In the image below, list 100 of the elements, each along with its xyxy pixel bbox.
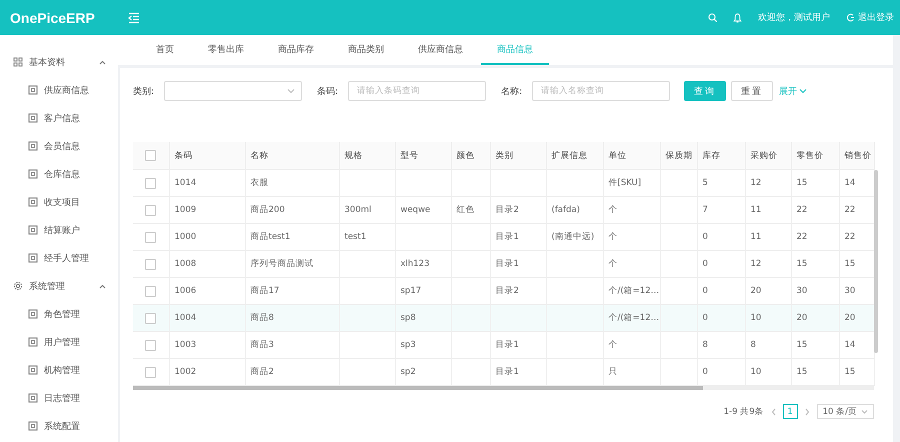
menu-item[interactable]: 会员信息 xyxy=(0,132,118,160)
app-logo: OnePiceERP xyxy=(9,10,96,26)
row-checkbox[interactable] xyxy=(145,366,156,378)
list-item-icon xyxy=(28,421,38,431)
category-select[interactable] xyxy=(164,81,302,101)
table-cell: 目录2 xyxy=(490,196,546,224)
table-cell: 8 xyxy=(697,332,745,358)
row-checkbox[interactable] xyxy=(145,178,156,188)
table-cell: 目录1 xyxy=(490,224,546,250)
table-cell: 序列号商品测试 xyxy=(245,250,339,278)
list-item-icon xyxy=(28,141,38,151)
row-checkbox[interactable] xyxy=(145,258,156,270)
table-cell: 12 xyxy=(745,250,791,278)
table-cell: 20 xyxy=(791,304,839,332)
menu-item[interactable]: 用户管理 xyxy=(0,328,118,356)
grid-icon xyxy=(13,57,23,67)
column-header: 销售价 xyxy=(839,142,874,170)
table-cell: xlh123 xyxy=(395,250,451,278)
chevron-icon xyxy=(861,409,868,414)
column-header: 保质期 xyxy=(660,142,697,170)
chevron-icon xyxy=(287,88,296,94)
table-cell: 7 xyxy=(697,196,745,224)
tab[interactable]: 零售出库 xyxy=(192,35,260,65)
search-icon[interactable] xyxy=(708,13,717,22)
list-item-icon xyxy=(28,197,38,207)
table-cell: 1000 xyxy=(169,224,245,250)
table-cell: 5 xyxy=(697,170,745,196)
menu-item[interactable]: 角色管理 xyxy=(0,300,118,328)
list-item-icon xyxy=(28,393,38,403)
menu-item[interactable]: 客户信息 xyxy=(0,104,118,132)
input-field[interactable]: 请输入条码查询 xyxy=(348,81,486,101)
input-field[interactable]: 请输入名称查询 xyxy=(532,81,670,101)
row-checkbox[interactable] xyxy=(145,232,156,242)
field-label: 条码: xyxy=(317,86,338,98)
tab[interactable]: 商品类别 xyxy=(332,35,400,65)
row-checkbox[interactable] xyxy=(145,204,156,216)
row-checkbox[interactable] xyxy=(145,340,156,350)
table-cell: 15 xyxy=(791,170,839,196)
column-header: 单位 xyxy=(603,142,660,170)
table-cell: 8 xyxy=(745,332,791,358)
table-cell: 商品200 xyxy=(245,196,339,224)
next-icon xyxy=(804,408,810,416)
table-cell: 20 xyxy=(839,304,874,332)
table-cell: 0 xyxy=(697,304,745,332)
menu-item[interactable]: 日志管理 xyxy=(0,384,118,412)
list-item-icon xyxy=(28,169,38,179)
table-cell: 个 xyxy=(603,250,660,278)
menu-item[interactable]: 仓库信息 xyxy=(0,160,118,188)
menu-item[interactable]: 机构管理 xyxy=(0,356,118,384)
column-header: 零售价 xyxy=(791,142,839,170)
table-cell: 12 xyxy=(745,170,791,196)
menu-item[interactable]: 结算账户 xyxy=(0,216,118,244)
table-cell: (fafda) xyxy=(546,196,603,224)
tab[interactable]: 供应商信息 xyxy=(402,35,479,65)
menu-icon[interactable] xyxy=(128,12,140,24)
logout-icon xyxy=(846,13,855,22)
table-cell: 15 xyxy=(791,332,839,358)
menu-group[interactable]: 系统管理 xyxy=(0,272,118,300)
table-cell: 衣服 xyxy=(245,170,339,196)
table-cell: 商品8 xyxy=(245,304,339,332)
table-cell: (南通中远) xyxy=(546,224,603,250)
list-item-icon xyxy=(28,309,38,319)
reset-button[interactable]: 重置 xyxy=(731,81,774,101)
bell-icon[interactable] xyxy=(733,12,742,22)
column-header: 颜色 xyxy=(451,142,490,170)
table-cell: 件[SKU] xyxy=(603,170,660,196)
table-cell: 个 xyxy=(603,196,660,224)
user-greeting: 欢迎您，测试用户 xyxy=(758,12,830,24)
row-checkbox[interactable] xyxy=(145,312,156,324)
page-size-select[interactable]: 10 条/页 xyxy=(816,404,874,419)
table-cell: 300ml xyxy=(339,196,395,224)
select-all-checkbox[interactable] xyxy=(145,150,156,161)
menu-item[interactable]: 经手人管理 xyxy=(0,244,118,272)
row-checkbox[interactable] xyxy=(145,286,156,296)
menu-item[interactable]: 供应商信息 xyxy=(0,76,118,104)
menu-item[interactable]: 收支项目 xyxy=(0,188,118,216)
menu-item[interactable]: 系统配置 xyxy=(0,412,118,440)
tab[interactable]: 商品库存 xyxy=(262,35,330,65)
list-item-icon xyxy=(28,253,38,263)
tab[interactable]: 首页 xyxy=(140,35,190,65)
list-item-icon xyxy=(28,365,38,375)
field-label: 类别: xyxy=(133,86,154,98)
table-cell: 0 xyxy=(697,250,745,278)
column-header: 类别 xyxy=(490,142,546,170)
column-header: 名称 xyxy=(245,142,339,170)
table-cell: 1009 xyxy=(169,196,245,224)
table-cell: 商品3 xyxy=(245,332,339,358)
table-cell: 22 xyxy=(791,196,839,224)
field-label: 名称: xyxy=(501,86,522,98)
menu-group[interactable]: 基本资料 xyxy=(0,48,118,76)
table-cell: sp8 xyxy=(395,304,451,332)
table-cell: 15 xyxy=(791,250,839,278)
table-cell: 1008 xyxy=(169,250,245,278)
table-cell: 个 xyxy=(603,224,660,250)
table-cell: weqwe xyxy=(395,196,451,224)
pagination-summary: 1-9 共9条 xyxy=(724,406,764,418)
table-cell: 1003 xyxy=(169,332,245,358)
column-header: 型号 xyxy=(395,142,451,170)
list-item-icon xyxy=(28,225,38,235)
chevron-icon xyxy=(799,88,808,94)
